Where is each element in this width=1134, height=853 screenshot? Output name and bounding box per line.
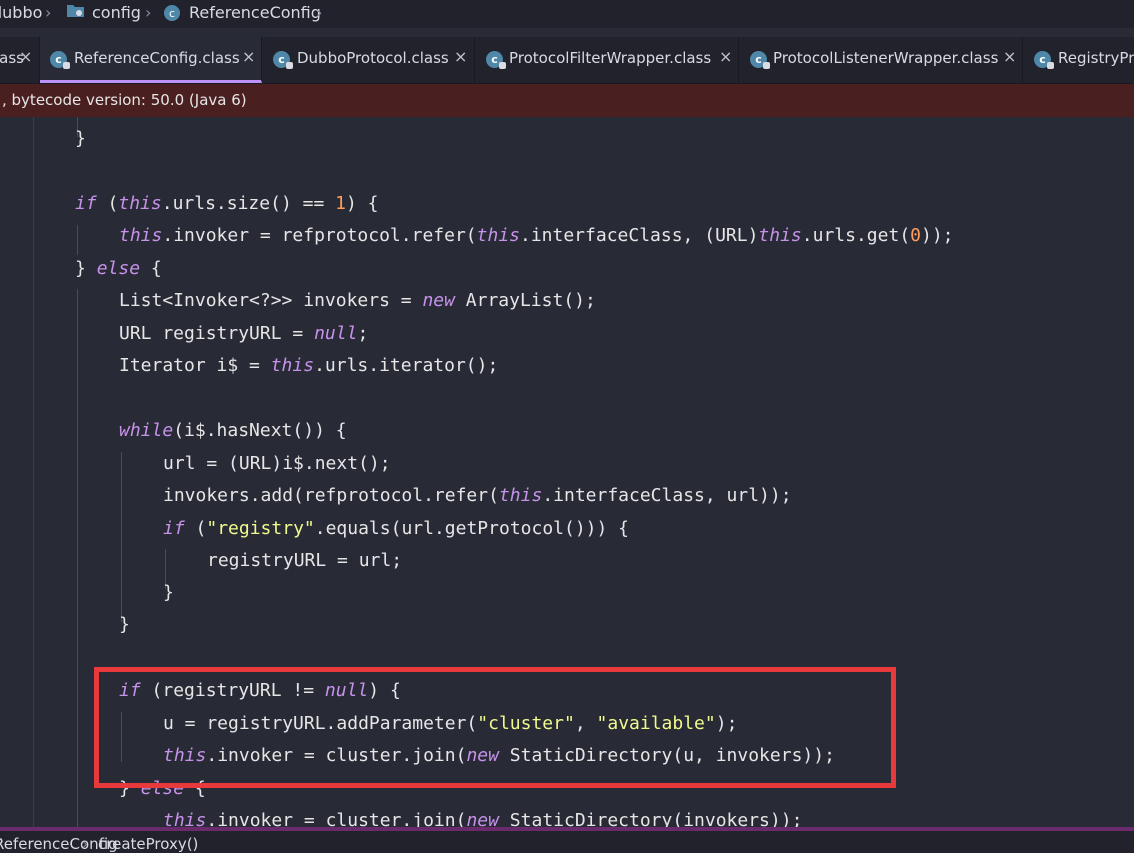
indent-guide (121, 452, 122, 622)
decompiled-notice-banner: , bytecode version: 50.0 (Java 6) (0, 84, 1134, 117)
code-line: } (75, 128, 86, 149)
code-line: invokers.add(refprotocol.refer(this.inte… (163, 485, 792, 506)
breadcrumb-chevron-icon: › (316, 3, 323, 22)
tab-label: ProtocolListenerWrapper.class (773, 49, 999, 67)
code-line: URL registryURL = null; (119, 323, 369, 344)
code-line: List<Invoker<?>> invokers = new ArrayLis… (119, 290, 596, 311)
code-line: Iterator i$ = this.urls.iterator(); (119, 355, 499, 376)
tab-label: ReferenceConfig.class (74, 49, 240, 67)
svg-text:c: c (169, 7, 175, 20)
close-icon[interactable]: × (242, 47, 255, 66)
code-line: } (163, 582, 174, 603)
code-line: if (this.urls.size() == 1) { (75, 193, 379, 214)
tab-registryprotocol[interactable]: c RegistryPr (1023, 37, 1134, 83)
highlight-annotation-box (94, 667, 896, 788)
breadcrumb-item-referenceconfig[interactable]: ReferenceConfig (189, 3, 321, 22)
code-editor[interactable]: } if (this.urls.size() == 1) { this.invo… (0, 117, 1134, 827)
tab-referenceconfig[interactable]: c ReferenceConfig.class × (40, 37, 262, 83)
class-icon: c (273, 51, 293, 69)
code-line: url = (URL)i$.next(); (163, 453, 391, 474)
code-line: } else { (75, 258, 162, 279)
code-line: if ("registry".equals(url.getProtocol())… (163, 518, 630, 539)
breadcrumb-chevron-icon: › (145, 3, 152, 22)
indent-guide (77, 225, 78, 255)
indent-guide (77, 289, 78, 827)
tab-label: RegistryPr (1058, 49, 1134, 67)
bottom-breadcrumb-bar: ReferenceConfig › createProxy() (0, 827, 1134, 853)
breadcrumb-item-dubbo[interactable]: dubbo (0, 3, 42, 22)
code-line: this.invoker = refprotocol.refer(this.in… (119, 225, 954, 246)
tab-dubboprotocol[interactable]: c DubboProtocol.class × (262, 37, 475, 83)
code-line: this.invoker = cluster.join(new StaticDi… (163, 810, 803, 827)
class-icon: c (163, 4, 181, 26)
tab-partial-left[interactable]: lass × (0, 37, 40, 83)
status-method-crumb[interactable]: createProxy() (98, 835, 198, 853)
chevron-right-icon: › (82, 835, 88, 853)
tab-protocollistenerwrapper[interactable]: c ProtocolListenerWrapper.class × (739, 37, 1023, 83)
code-line: registryURL = url; (207, 550, 403, 571)
class-icon: c (1034, 51, 1054, 69)
class-icon: c (486, 51, 506, 69)
navigation-breadcrumb: dubbo › config › c ReferenceConfig › (0, 0, 1134, 28)
package-folder-icon (66, 3, 86, 23)
close-icon[interactable]: × (19, 47, 32, 66)
tab-label: ProtocolFilterWrapper.class (509, 49, 712, 67)
class-icon: c (50, 51, 70, 69)
close-icon[interactable]: × (454, 47, 467, 66)
tab-protocolfilterwrapper[interactable]: c ProtocolFilterWrapper.class × (475, 37, 739, 83)
breadcrumb-item-config[interactable]: config (92, 3, 141, 22)
class-icon: c (750, 51, 770, 69)
breadcrumb-chevron-icon: › (45, 3, 52, 22)
editor-tab-bar: lass × c ReferenceConfig.class × c Dubbo… (0, 37, 1134, 84)
code-line: } (119, 614, 130, 635)
close-icon[interactable]: × (719, 47, 732, 66)
tab-label: DubboProtocol.class (297, 49, 449, 67)
code-line: while(i$.hasNext()) { (119, 420, 347, 441)
close-icon[interactable]: × (1003, 47, 1016, 66)
bytecode-version-text: , bytecode version: 50.0 (Java 6) (2, 91, 247, 109)
gutter-divider (33, 117, 34, 827)
